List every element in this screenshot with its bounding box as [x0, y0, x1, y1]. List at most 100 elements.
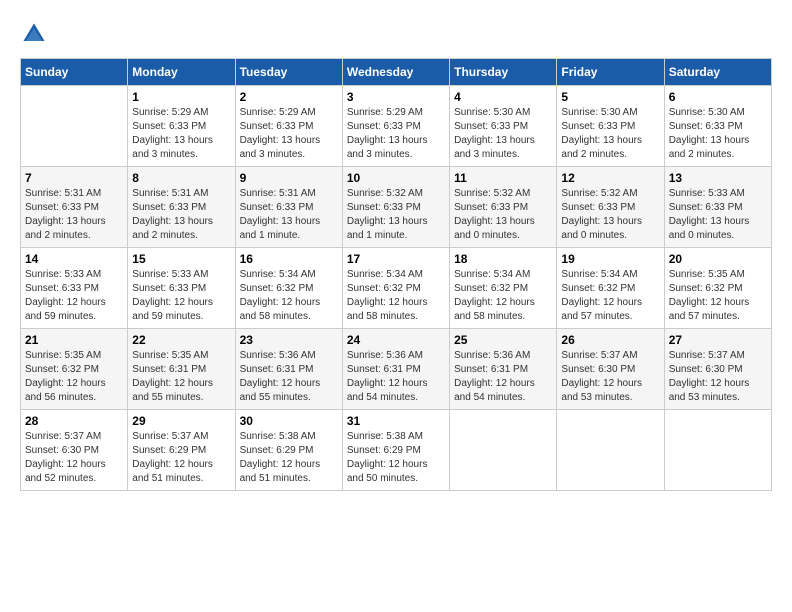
day-info: Sunrise: 5:34 AMSunset: 6:32 PMDaylight:…	[347, 268, 445, 324]
day-info: Sunrise: 5:31 AMSunset: 6:33 PMDaylight:…	[132, 187, 230, 243]
day-number: 13	[669, 171, 767, 185]
calendar-cell	[664, 410, 771, 491]
calendar-cell: 30 Sunrise: 5:38 AMSunset: 6:29 PMDayligh…	[235, 410, 342, 491]
calendar-cell: 26 Sunrise: 5:37 AMSunset: 6:30 PMDayligh…	[557, 329, 664, 410]
header-day-saturday: Saturday	[664, 59, 771, 86]
day-info: Sunrise: 5:30 AMSunset: 6:33 PMDaylight:…	[454, 106, 552, 162]
day-number: 16	[240, 252, 338, 266]
day-info: Sunrise: 5:35 AMSunset: 6:31 PMDaylight:…	[132, 349, 230, 405]
calendar-cell: 7 Sunrise: 5:31 AMSunset: 6:33 PMDaylight…	[21, 167, 128, 248]
calendar-cell: 29Sunrise: 5:37 AMSunset: 6:29 PMDayligh…	[128, 410, 235, 491]
day-number: 26	[561, 333, 659, 347]
day-number: 15	[132, 252, 230, 266]
calendar-cell: 19Sunrise: 5:34 AMSunset: 6:32 PMDayligh…	[557, 248, 664, 329]
day-info: Sunrise: 5:36 AMSunset: 6:31 PMDaylight:…	[240, 349, 338, 405]
calendar-cell: 10 Sunrise: 5:32 AMSunset: 6:33 PMDayligh…	[342, 167, 449, 248]
day-info: Sunrise: 5:37 AMSunset: 6:30 PMDaylight:…	[25, 430, 123, 486]
header-day-monday: Monday	[128, 59, 235, 86]
calendar-cell: 20Sunrise: 5:35 AMSunset: 6:32 PMDayligh…	[664, 248, 771, 329]
calendar-week-1: 1 Sunrise: 5:29 AMSunset: 6:33 PMDaylight…	[21, 86, 772, 167]
day-info: Sunrise: 5:33 AMSunset: 6:33 PMDaylight:…	[132, 268, 230, 324]
calendar-cell: 18 Sunrise: 5:34 AMSunset: 6:32 PMDayligh…	[450, 248, 557, 329]
calendar-cell: 31 Sunrise: 5:38 AMSunset: 6:29 PMDayligh…	[342, 410, 449, 491]
header-day-sunday: Sunday	[21, 59, 128, 86]
day-number: 31	[347, 414, 445, 428]
calendar-cell: 22 Sunrise: 5:35 AMSunset: 6:31 PMDayligh…	[128, 329, 235, 410]
page-header	[20, 20, 772, 48]
calendar-cell: 21Sunrise: 5:35 AMSunset: 6:32 PMDayligh…	[21, 329, 128, 410]
day-info: Sunrise: 5:30 AMSunset: 6:33 PMDaylight:…	[669, 106, 767, 162]
day-number: 12	[561, 171, 659, 185]
day-number: 23	[240, 333, 338, 347]
day-number: 24	[347, 333, 445, 347]
day-number: 5	[561, 90, 659, 104]
calendar-table: SundayMondayTuesdayWednesdayThursdayFrid…	[20, 58, 772, 491]
logo-icon	[20, 20, 48, 48]
calendar-cell	[21, 86, 128, 167]
calendar-week-5: 28 Sunrise: 5:37 AMSunset: 6:30 PMDayligh…	[21, 410, 772, 491]
day-number: 2	[240, 90, 338, 104]
calendar-cell: 11Sunrise: 5:32 AMSunset: 6:33 PMDayligh…	[450, 167, 557, 248]
day-info: Sunrise: 5:29 AMSunset: 6:33 PMDaylight:…	[347, 106, 445, 162]
day-info: Sunrise: 5:34 AMSunset: 6:32 PMDaylight:…	[454, 268, 552, 324]
day-info: Sunrise: 5:33 AMSunset: 6:33 PMDaylight:…	[25, 268, 123, 324]
day-info: Sunrise: 5:32 AMSunset: 6:33 PMDaylight:…	[561, 187, 659, 243]
day-number: 9	[240, 171, 338, 185]
day-info: Sunrise: 5:36 AMSunset: 6:31 PMDaylight:…	[347, 349, 445, 405]
day-info: Sunrise: 5:32 AMSunset: 6:33 PMDaylight:…	[347, 187, 445, 243]
day-info: Sunrise: 5:33 AMSunset: 6:33 PMDaylight:…	[669, 187, 767, 243]
day-number: 7	[25, 171, 123, 185]
day-info: Sunrise: 5:35 AMSunset: 6:32 PMDaylight:…	[669, 268, 767, 324]
day-number: 25	[454, 333, 552, 347]
day-info: Sunrise: 5:34 AMSunset: 6:32 PMDaylight:…	[240, 268, 338, 324]
calendar-cell: 12 Sunrise: 5:32 AMSunset: 6:33 PMDayligh…	[557, 167, 664, 248]
day-number: 30	[240, 414, 338, 428]
day-number: 6	[669, 90, 767, 104]
calendar-cell: 5 Sunrise: 5:30 AMSunset: 6:33 PMDaylight…	[557, 86, 664, 167]
calendar-cell: 8 Sunrise: 5:31 AMSunset: 6:33 PMDaylight…	[128, 167, 235, 248]
calendar-header: SundayMondayTuesdayWednesdayThursdayFrid…	[21, 59, 772, 86]
header-day-wednesday: Wednesday	[342, 59, 449, 86]
calendar-cell: 27 Sunrise: 5:37 AMSunset: 6:30 PMDayligh…	[664, 329, 771, 410]
day-number: 10	[347, 171, 445, 185]
header-day-thursday: Thursday	[450, 59, 557, 86]
header-day-friday: Friday	[557, 59, 664, 86]
calendar-cell: 25Sunrise: 5:36 AMSunset: 6:31 PMDayligh…	[450, 329, 557, 410]
calendar-week-2: 7 Sunrise: 5:31 AMSunset: 6:33 PMDaylight…	[21, 167, 772, 248]
calendar-cell: 6 Sunrise: 5:30 AMSunset: 6:33 PMDaylight…	[664, 86, 771, 167]
day-info: Sunrise: 5:31 AMSunset: 6:33 PMDaylight:…	[25, 187, 123, 243]
calendar-cell: 2Sunrise: 5:29 AMSunset: 6:33 PMDaylight…	[235, 86, 342, 167]
day-number: 11	[454, 171, 552, 185]
day-number: 18	[454, 252, 552, 266]
calendar-cell: 28 Sunrise: 5:37 AMSunset: 6:30 PMDayligh…	[21, 410, 128, 491]
day-info: Sunrise: 5:29 AMSunset: 6:33 PMDaylight:…	[132, 106, 230, 162]
logo	[20, 20, 52, 48]
calendar-cell	[450, 410, 557, 491]
day-number: 3	[347, 90, 445, 104]
header-day-tuesday: Tuesday	[235, 59, 342, 86]
day-info: Sunrise: 5:30 AMSunset: 6:33 PMDaylight:…	[561, 106, 659, 162]
calendar-cell: 1 Sunrise: 5:29 AMSunset: 6:33 PMDaylight…	[128, 86, 235, 167]
day-info: Sunrise: 5:38 AMSunset: 6:29 PMDaylight:…	[347, 430, 445, 486]
day-number: 1	[132, 90, 230, 104]
day-info: Sunrise: 5:38 AMSunset: 6:29 PMDaylight:…	[240, 430, 338, 486]
calendar-cell: 23 Sunrise: 5:36 AMSunset: 6:31 PMDayligh…	[235, 329, 342, 410]
calendar-cell: 9 Sunrise: 5:31 AMSunset: 6:33 PMDaylight…	[235, 167, 342, 248]
calendar-cell: 16 Sunrise: 5:34 AMSunset: 6:32 PMDayligh…	[235, 248, 342, 329]
day-info: Sunrise: 5:37 AMSunset: 6:30 PMDaylight:…	[561, 349, 659, 405]
calendar-cell: 17Sunrise: 5:34 AMSunset: 6:32 PMDayligh…	[342, 248, 449, 329]
calendar-cell: 3 Sunrise: 5:29 AMSunset: 6:33 PMDaylight…	[342, 86, 449, 167]
day-info: Sunrise: 5:34 AMSunset: 6:32 PMDaylight:…	[561, 268, 659, 324]
header-row: SundayMondayTuesdayWednesdayThursdayFrid…	[21, 59, 772, 86]
calendar-week-3: 14Sunrise: 5:33 AMSunset: 6:33 PMDayligh…	[21, 248, 772, 329]
day-number: 22	[132, 333, 230, 347]
day-number: 27	[669, 333, 767, 347]
calendar-cell: 4Sunrise: 5:30 AMSunset: 6:33 PMDaylight…	[450, 86, 557, 167]
day-info: Sunrise: 5:35 AMSunset: 6:32 PMDaylight:…	[25, 349, 123, 405]
calendar-cell: 24 Sunrise: 5:36 AMSunset: 6:31 PMDayligh…	[342, 329, 449, 410]
day-info: Sunrise: 5:31 AMSunset: 6:33 PMDaylight:…	[240, 187, 338, 243]
day-number: 28	[25, 414, 123, 428]
day-number: 8	[132, 171, 230, 185]
day-info: Sunrise: 5:37 AMSunset: 6:30 PMDaylight:…	[669, 349, 767, 405]
calendar-cell: 15 Sunrise: 5:33 AMSunset: 6:33 PMDayligh…	[128, 248, 235, 329]
